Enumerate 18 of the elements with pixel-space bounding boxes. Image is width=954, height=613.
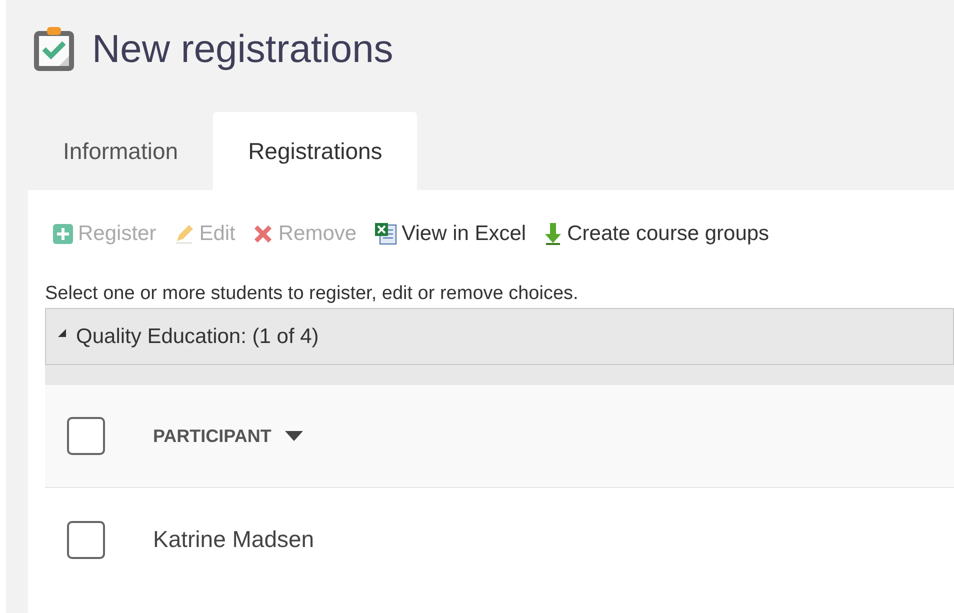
table-cell-text: Katrine Madsen: [153, 525, 314, 554]
column-header[interactable]: PARTICIPANT: [153, 422, 304, 450]
toolbar-button[interactable]: Create course groups: [536, 214, 780, 254]
plus-icon: [52, 223, 74, 245]
toolbar-button[interactable]: View in Excel: [366, 214, 536, 254]
tab[interactable]: Registrations: [213, 112, 418, 190]
tab[interactable]: Information: [28, 112, 214, 190]
instruction-text: Select one or more students to register, edit or remove choices.: [45, 282, 580, 306]
checkbox[interactable]: [67, 417, 105, 455]
sort-caret-icon[interactable]: [285, 431, 304, 441]
checkbox[interactable]: [67, 520, 105, 558]
down-arrow-icon: [543, 222, 564, 246]
group-header[interactable]: Quality Education: (1 of 4): [45, 308, 954, 365]
page-title: New registrations: [92, 30, 394, 68]
collapse-triangle-icon[interactable]: [58, 328, 66, 336]
cross-icon: [252, 223, 274, 245]
spreadsheet-icon: [374, 222, 398, 246]
pencil-icon: [173, 223, 196, 245]
